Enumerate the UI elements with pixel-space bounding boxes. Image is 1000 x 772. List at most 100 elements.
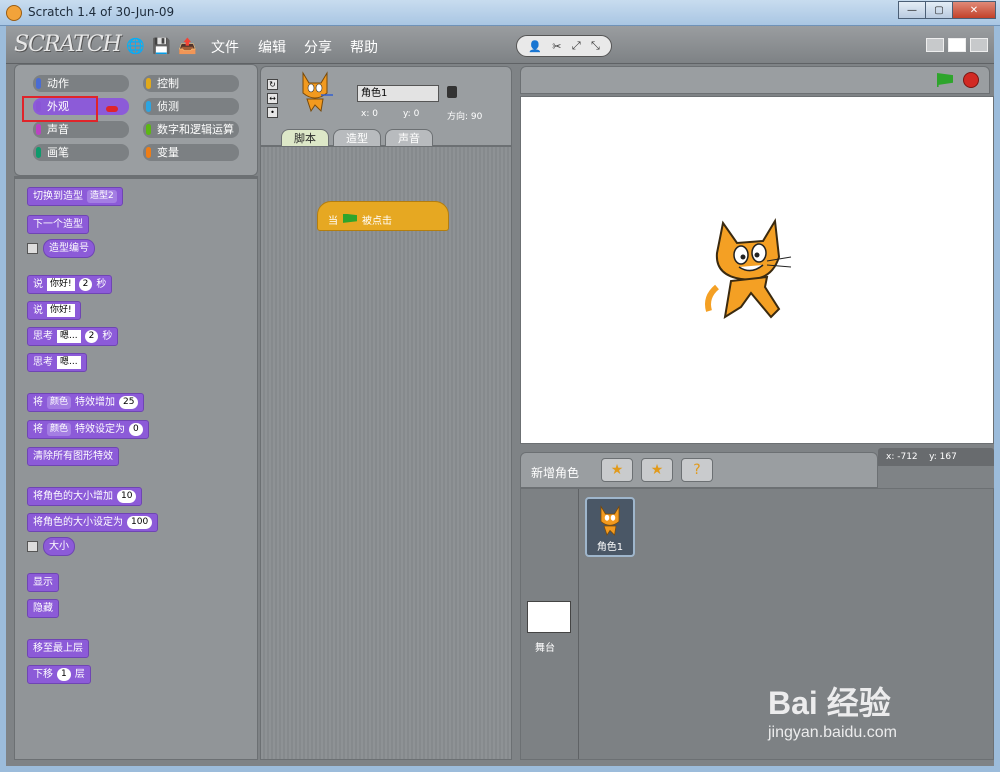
block-label: 思考	[33, 357, 53, 368]
green-flag-icon	[343, 213, 357, 223]
category-control[interactable]: 控制	[143, 75, 239, 92]
say-secs-input[interactable]: 2	[78, 278, 93, 291]
duplicate-tool-icon[interactable]: 👤	[528, 40, 542, 53]
effect-change-input[interactable]: 25	[119, 396, 139, 409]
stage[interactable]	[520, 96, 994, 444]
category-motion[interactable]: 动作	[33, 75, 129, 92]
size-checkbox[interactable]	[27, 541, 38, 552]
block-next-costume[interactable]: 下一个造型	[27, 215, 89, 234]
menu-help[interactable]: 帮助	[350, 37, 378, 57]
tab-scripts[interactable]: 脚本	[281, 129, 329, 147]
globe-icon[interactable]: 🌐	[126, 37, 145, 55]
sprite-card[interactable]: 角色1	[585, 497, 635, 557]
menu-file[interactable]: 文件	[211, 37, 239, 57]
category-sound[interactable]: 声音	[33, 121, 129, 138]
block-switch-costume[interactable]: 切换到造型 造型2	[27, 187, 123, 206]
block-think-for-secs[interactable]: 思考 嗯... 2 秒	[27, 327, 119, 346]
block-clear-effects[interactable]: 清除所有图形特效	[27, 447, 119, 466]
menu-edit[interactable]: 编辑	[258, 37, 286, 57]
delete-tool-icon[interactable]: ✂	[552, 40, 561, 53]
green-flag-button[interactable]	[937, 73, 953, 87]
block-costume-number[interactable]: 造型编号	[43, 239, 95, 258]
stop-button[interactable]	[963, 72, 979, 88]
block-set-size[interactable]: 将角色的大小设定为 100	[27, 513, 159, 532]
stage-thumbnail[interactable]	[527, 601, 571, 633]
category-sensing[interactable]: 侦测	[143, 98, 239, 115]
lock-icon[interactable]	[447, 86, 457, 98]
tab-sounds[interactable]: 声音	[385, 129, 433, 147]
category-variables[interactable]: 变量	[143, 144, 239, 161]
grow-tool-icon[interactable]: ⤢	[572, 39, 581, 53]
say-text-input[interactable]: 你好!	[47, 304, 75, 317]
minimize-button[interactable]: —	[898, 1, 926, 19]
category-label: 声音	[47, 123, 69, 136]
block-change-effect[interactable]: 将 颜色 特效增加 25	[27, 393, 145, 412]
paint-new-sprite-icon[interactable]: ★	[601, 458, 633, 482]
block-label: 将	[33, 424, 43, 435]
random-sprite-icon[interactable]: ?	[681, 458, 713, 482]
block-label: 说	[33, 305, 43, 316]
category-label: 画笔	[47, 146, 69, 159]
block-go-front[interactable]: 移至最上层	[27, 639, 89, 658]
mouse-coordinates: x: -712 y: 167	[878, 448, 994, 466]
effect-dropdown[interactable]: 颜色	[47, 396, 72, 409]
block-label: 隐藏	[33, 603, 53, 614]
costume-dropdown[interactable]: 造型2	[87, 190, 117, 203]
say-text-input[interactable]: 你好!	[47, 278, 75, 291]
block-say-for-secs[interactable]: 说 你好! 2 秒	[27, 275, 113, 294]
share-icon[interactable]: 📤	[178, 37, 197, 55]
annotation-arrow	[106, 106, 118, 112]
block-think[interactable]: 思考 嗯...	[27, 353, 87, 372]
think-secs-input[interactable]: 2	[84, 330, 99, 343]
block-go-back[interactable]: 下移 1 层	[27, 665, 91, 684]
costume-number-checkbox[interactable]	[27, 243, 38, 254]
cat-thumbnail-icon	[600, 505, 620, 536]
window-frame-bottom	[0, 766, 1000, 772]
layers-input[interactable]: 1	[57, 668, 71, 681]
block-label: 将角色的大小增加	[33, 491, 113, 502]
block-label: 清除所有图形特效	[33, 451, 113, 462]
script-area[interactable]: 当 被点击	[260, 146, 512, 760]
no-rotate-icon[interactable]: •	[267, 107, 278, 118]
mouse-y: y: 167	[929, 452, 957, 462]
size-change-input[interactable]: 10	[117, 490, 137, 503]
save-icon[interactable]: 💾	[152, 37, 171, 55]
close-button[interactable]: ✕	[952, 1, 996, 19]
block-label: 层	[74, 669, 85, 680]
category-operators[interactable]: 数字和逻辑运算	[143, 121, 239, 138]
normal-stage-button[interactable]	[948, 38, 966, 52]
block-hide[interactable]: 隐藏	[27, 599, 59, 618]
shrink-tool-icon[interactable]: ⤡	[591, 39, 600, 53]
block-set-effect[interactable]: 将 颜色 特效设定为 0	[27, 420, 149, 439]
effect-dropdown[interactable]: 颜色	[47, 423, 72, 436]
size-set-input[interactable]: 100	[127, 516, 153, 529]
maximize-button[interactable]: ▢	[925, 1, 953, 19]
cat-sprite[interactable]	[701, 217, 801, 327]
block-label: 说	[33, 279, 43, 290]
menu-share[interactable]: 分享	[304, 37, 332, 57]
think-text-input[interactable]: 嗯...	[57, 356, 81, 369]
blocks-palette: 切换到造型 造型2 下一个造型 造型编号 说 你好! 2 秒 说 你好! 思考 …	[14, 176, 258, 760]
block-label: 特效设定为	[75, 424, 126, 435]
block-change-size[interactable]: 将角色的大小增加 10	[27, 487, 143, 506]
presentation-mode-button[interactable]	[970, 38, 988, 52]
block-size[interactable]: 大小	[43, 537, 75, 556]
tab-costumes[interactable]: 造型	[333, 129, 381, 147]
block-say[interactable]: 说 你好!	[27, 301, 81, 320]
small-stage-button[interactable]	[926, 38, 944, 52]
color-chip	[36, 124, 41, 135]
color-chip	[146, 101, 151, 112]
sprite-name-field[interactable]: 角色1	[357, 85, 439, 102]
rotate-all-icon[interactable]: ↻	[267, 79, 278, 90]
when-flag-clicked-block[interactable]: 当 被点击	[317, 201, 449, 231]
effect-set-input[interactable]: 0	[129, 423, 143, 436]
flip-lr-icon[interactable]: ↔	[267, 93, 278, 104]
block-label: 下一个造型	[33, 219, 83, 230]
choose-sprite-from-file-icon[interactable]: ★	[641, 458, 673, 482]
think-text-input[interactable]: 嗯...	[57, 330, 81, 343]
block-label: 显示	[33, 577, 53, 588]
color-chip	[146, 147, 151, 158]
color-chip	[36, 78, 41, 89]
category-pen[interactable]: 画笔	[33, 144, 129, 161]
block-show[interactable]: 显示	[27, 573, 59, 592]
